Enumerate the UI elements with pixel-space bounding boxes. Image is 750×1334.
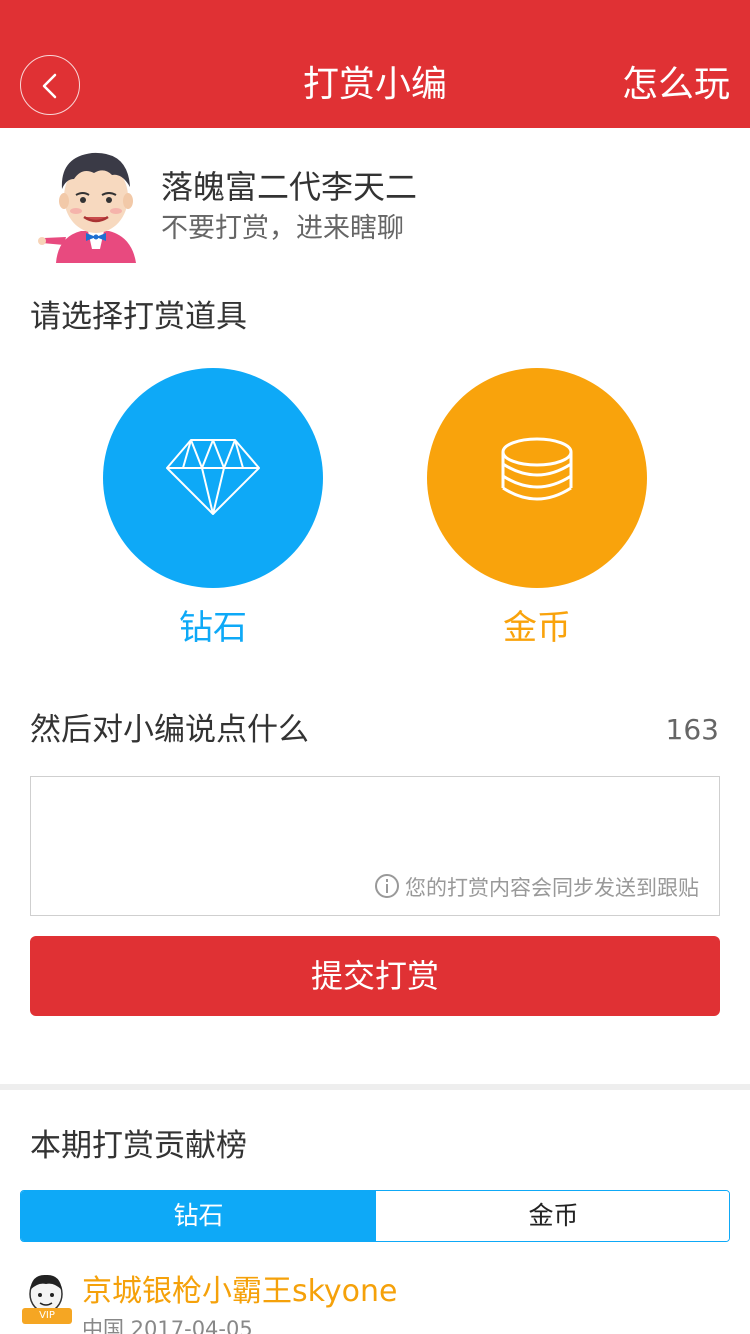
tool-section-title: 请选择打赏道具 xyxy=(30,299,247,335)
coin-circle[interactable] xyxy=(427,368,647,588)
message-input[interactable] xyxy=(31,777,719,862)
vip-badge-text: VIP xyxy=(39,1310,55,1321)
message-hint-text: 您的打赏内容会同步发送到跟贴 xyxy=(405,876,699,900)
entry-username: 京城银枪小霸王skyone xyxy=(82,1274,398,1309)
editor-subtitle: 不要打赏，进来瞎聊 xyxy=(161,213,404,244)
message-hint: 您的打赏内容会同步发送到跟贴 xyxy=(375,872,699,903)
vip-badge: VIP xyxy=(22,1308,72,1324)
top-nav-bar: 打赏小编 怎么玩 xyxy=(0,0,750,128)
editor-avatar[interactable] xyxy=(36,145,154,270)
info-icon xyxy=(375,874,399,898)
section-divider xyxy=(0,1084,750,1090)
message-box: 您的打赏内容会同步发送到跟贴 xyxy=(30,776,720,916)
how-to-play-link[interactable]: 怎么玩 xyxy=(622,60,730,110)
char-counter: 163 xyxy=(665,713,719,746)
leaderboard-entry[interactable]: VIP 京城银枪小霸王skyone 中国 2017-04-05 xyxy=(18,1270,730,1334)
leaderboard-tabs: 钻石 金币 xyxy=(20,1190,730,1242)
diamond-circle[interactable] xyxy=(103,368,323,588)
message-section-title: 然后对小编说点什么 xyxy=(30,712,309,748)
tool-coin[interactable]: 金币 xyxy=(427,368,647,668)
tab-coin[interactable]: 金币 xyxy=(376,1191,729,1241)
editor-info: 落魄富二代李天二 不要打赏，进来瞎聊 xyxy=(30,145,730,275)
coin-label: 金币 xyxy=(503,608,571,648)
tool-diamond[interactable]: 钻石 xyxy=(103,368,323,668)
coin-stack-icon xyxy=(501,437,573,501)
diamond-icon xyxy=(166,439,260,515)
entry-meta: 中国 2017-04-05 xyxy=(82,1317,253,1334)
reward-page: 打赏小编 怎么玩 落魄富二代李天二 不要打赏，进来瞎聊 请选择打赏道具 钻石 金… xyxy=(0,0,750,1334)
leaderboard-title: 本期打赏贡献榜 xyxy=(30,1128,247,1164)
submit-reward-button[interactable]: 提交打赏 xyxy=(30,936,720,1016)
editor-name: 落魄富二代李天二 xyxy=(161,168,418,206)
diamond-label: 钻石 xyxy=(179,608,247,648)
tab-diamond[interactable]: 钻石 xyxy=(21,1191,376,1241)
